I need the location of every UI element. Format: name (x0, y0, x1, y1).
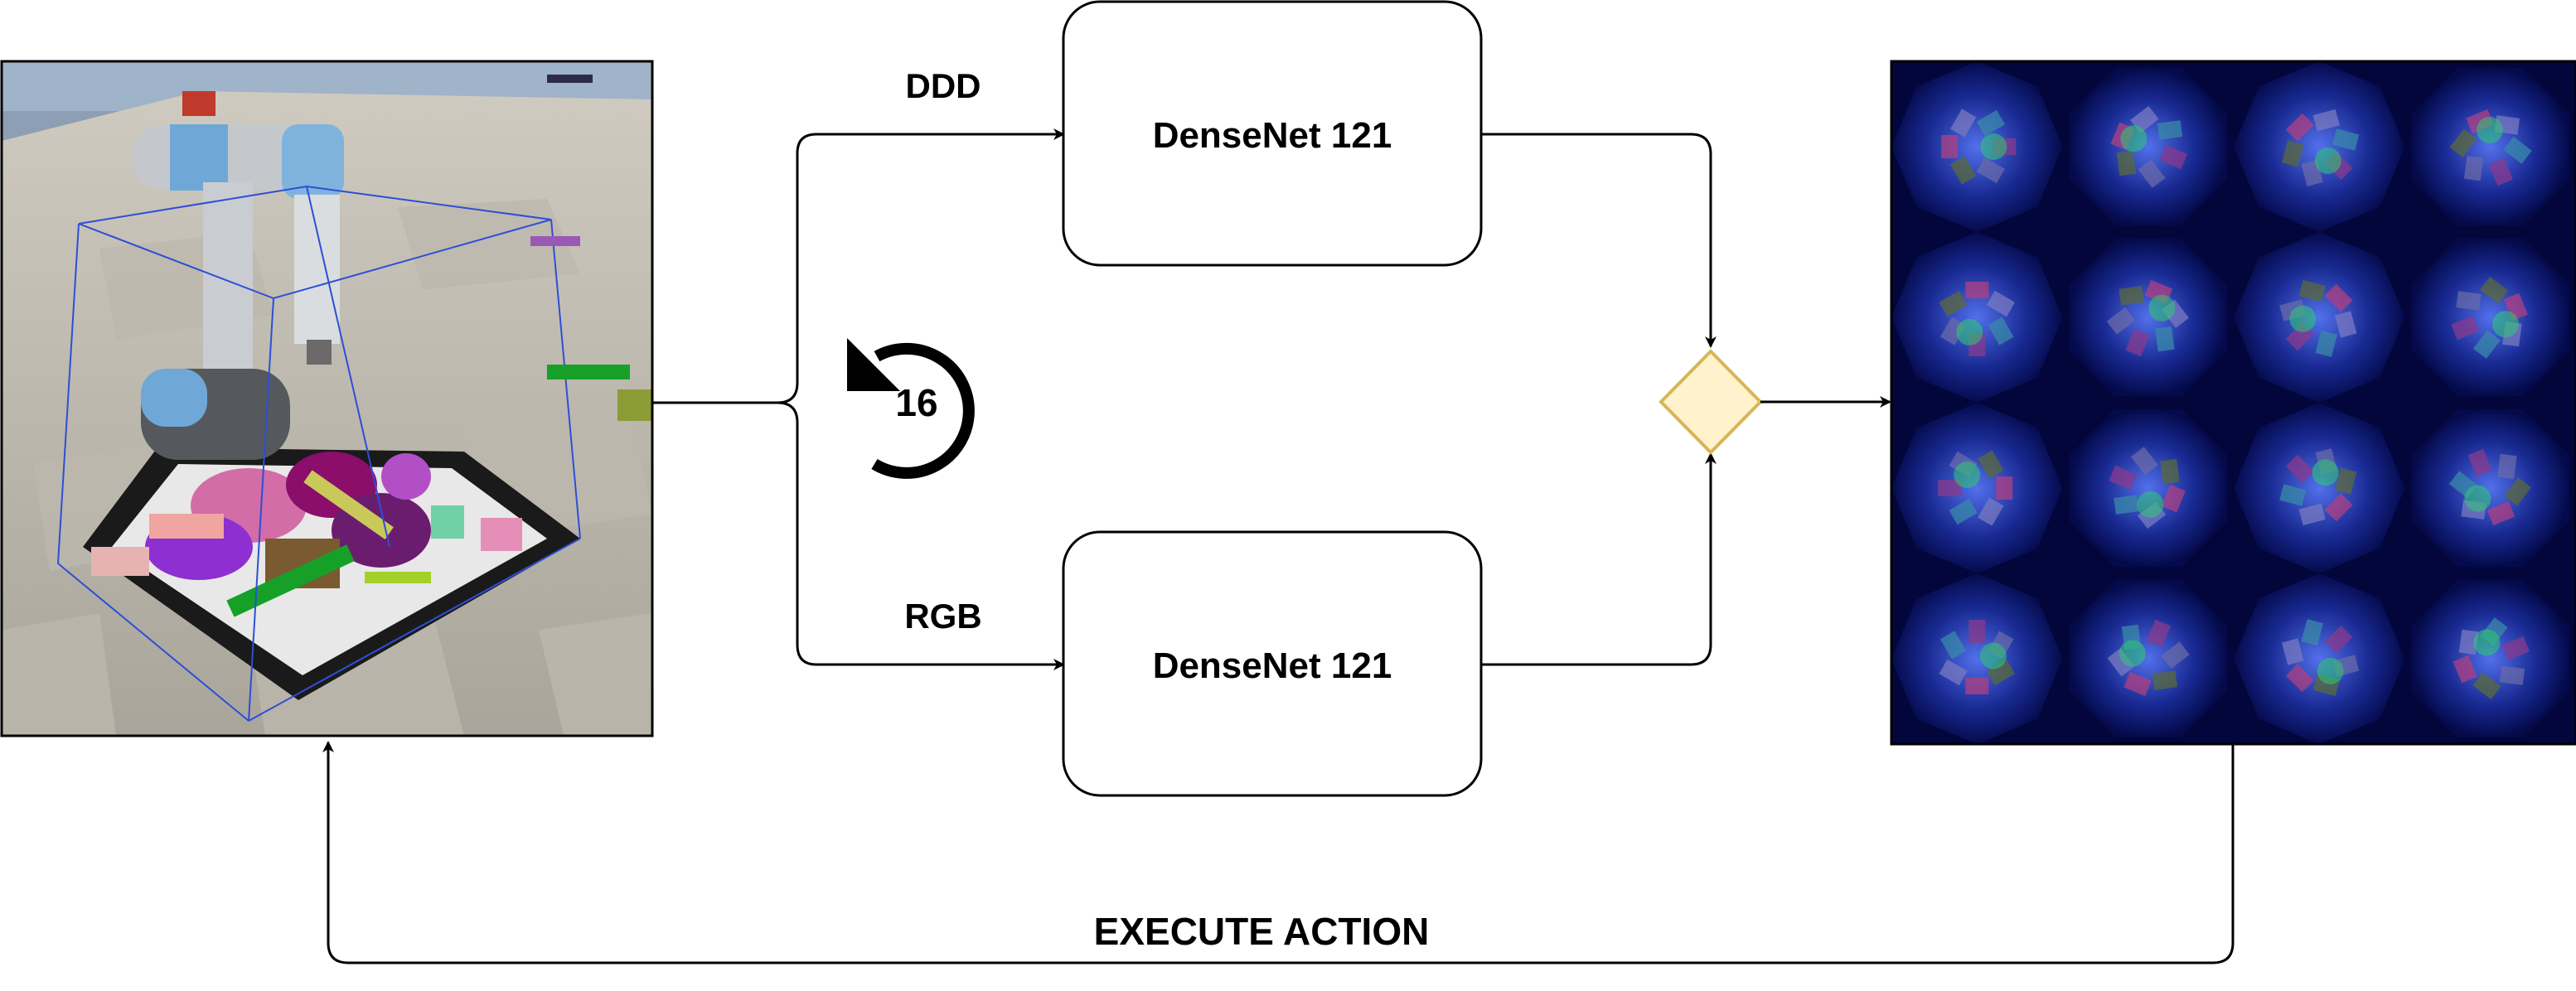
heatmap-cell (2234, 232, 2405, 403)
heatmap-cell (2069, 408, 2228, 568)
heatmap-cell (1891, 232, 2063, 403)
heatmap-cell (2411, 408, 2570, 568)
rotation-count: 16 (895, 381, 937, 424)
pipeline-diagram: DDD RGB 16 DenseNet 121 DenseNet 121 EXE… (0, 0, 2576, 964)
heatmap-cell (2411, 579, 2570, 738)
heatmap-cell (2411, 238, 2570, 397)
edge-label-rgb: RGB (904, 597, 981, 636)
rotate-icon: 16 (847, 338, 975, 479)
fusion-diamond (1658, 349, 1763, 455)
edge-top-to-fusion (1481, 133, 1717, 348)
heatmap-cell (2234, 403, 2405, 573)
densenet-bottom-node: DenseNet 121 (1062, 530, 1483, 797)
edge-bottom-to-fusion (1481, 452, 1717, 666)
heatmap-cell (2234, 573, 2405, 744)
simulation-scene-image (0, 60, 654, 737)
heatmap-grid-image (1890, 60, 2576, 746)
heatmap-cell (1891, 403, 2063, 573)
heatmap-cell (1891, 573, 2063, 744)
heatmap-cell (2069, 67, 2228, 226)
densenet-top-label: DenseNet 121 (1153, 115, 1392, 156)
heatmap-cell (2069, 238, 2228, 397)
heatmap-cell (2069, 579, 2228, 738)
edge-label-ddd: DDD (906, 66, 981, 105)
heatmap-cell (2411, 67, 2570, 226)
densenet-bottom-label: DenseNet 121 (1153, 645, 1392, 686)
execute-action-label: EXECUTE ACTION (1094, 910, 1430, 953)
heatmap-cell (2234, 61, 2405, 232)
heatmap-cell (1891, 61, 2063, 232)
densenet-top-node: DenseNet 121 (1062, 0, 1483, 267)
